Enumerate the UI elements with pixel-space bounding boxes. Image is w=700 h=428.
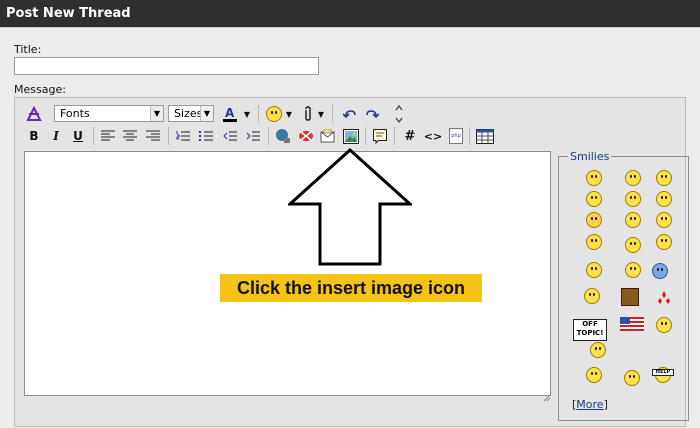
smilie-rolleyes-icon[interactable] [625, 212, 641, 228]
smilie-offtopic-icon[interactable] [590, 342, 606, 358]
insert-table-icon[interactable] [475, 126, 495, 146]
smilie-question-icon[interactable] [625, 237, 641, 253]
fonts-select[interactable]: Fonts ▼ [54, 105, 164, 122]
title-label: Title: [14, 43, 42, 56]
svg-text:A: A [225, 106, 235, 120]
smilie-thumbsdown-icon[interactable] [586, 367, 602, 383]
quote-icon[interactable] [370, 126, 390, 146]
more-smilies-link[interactable]: More [576, 398, 603, 411]
smilie-confused-icon[interactable] [625, 170, 641, 186]
align-center-icon[interactable] [120, 126, 140, 146]
unordered-list-icon[interactable] [196, 126, 216, 146]
wrap-php-icon[interactable]: php [446, 126, 466, 146]
indent-icon[interactable] [243, 126, 263, 146]
smilie-help-icon[interactable]: HELP [652, 367, 674, 383]
smilie-smile-icon[interactable] [586, 170, 602, 186]
up-arrow-annotation-icon [288, 148, 412, 266]
smilie-offtopic-sign[interactable]: OFF TOPIC! [573, 319, 607, 341]
toolbar-separator [332, 105, 333, 123]
smilie-reading-icon[interactable] [624, 370, 640, 386]
italic-button[interactable]: I [46, 126, 66, 146]
resize-toggle-icon[interactable] [389, 104, 409, 124]
toolbar-separator [268, 127, 269, 145]
undo-icon[interactable] [340, 104, 360, 124]
toolbar-separator [469, 127, 470, 145]
smilie-usflag-icon[interactable] [620, 316, 644, 331]
sizes-select[interactable]: Sizes ▼ [168, 105, 214, 122]
remove-link-icon[interactable] [296, 126, 316, 146]
bold-button[interactable]: B [24, 126, 44, 146]
smilie-dropdown-icon[interactable]: ▼ [284, 104, 294, 124]
align-right-icon[interactable] [143, 126, 163, 146]
smilie-cool-icon[interactable] [586, 212, 602, 228]
php-label: php [449, 128, 463, 144]
resize-grip-icon[interactable] [543, 387, 551, 402]
smilie-picker-icon[interactable] [264, 104, 284, 124]
attachment-icon[interactable] [298, 104, 318, 124]
smilie-sick-icon[interactable] [625, 262, 641, 278]
toolbar-separator [365, 127, 366, 145]
attachment-dropdown-icon[interactable]: ▼ [316, 104, 326, 124]
chevron-down-icon: ▼ [200, 106, 213, 121]
font-color-icon[interactable]: A [220, 104, 240, 124]
smilie-wink-icon[interactable] [586, 262, 602, 278]
outdent-icon[interactable] [220, 126, 240, 146]
chevron-down-icon: ▼ [150, 106, 163, 121]
message-label: Message: [14, 83, 66, 96]
smilie-happy-icon[interactable] [625, 191, 641, 207]
instruction-callout: Click the insert image icon [220, 274, 482, 302]
wrap-html-button[interactable]: <> [423, 126, 443, 146]
smilie-help-label: HELP [652, 369, 674, 376]
smilie-coffee-icon[interactable] [584, 288, 600, 304]
smilie-diamonds-icon[interactable] [656, 290, 672, 304]
toolbar-separator [258, 105, 259, 123]
smilies-legend: Smilies [568, 150, 612, 163]
title-input[interactable] [14, 57, 319, 75]
smilie-eek-icon[interactable] [656, 170, 672, 186]
align-left-icon[interactable] [98, 126, 118, 146]
ordered-list-icon[interactable] [173, 126, 193, 146]
toolbar-separator [93, 127, 94, 145]
smilie-mad-icon[interactable] [656, 234, 672, 250]
color-dropdown-icon[interactable]: ▼ [242, 104, 252, 124]
insert-link-icon[interactable] [273, 126, 293, 146]
remove-format-icon[interactable] [24, 104, 44, 124]
insert-image-icon[interactable] [341, 126, 361, 146]
smilie-beer-icon[interactable] [621, 288, 639, 306]
smilie-thumbsup-icon[interactable] [652, 263, 668, 279]
toolbar-separator [394, 127, 395, 145]
smilie-laugh-icon[interactable] [656, 191, 672, 207]
page-header: Post New Thread [0, 0, 700, 27]
more-smilies: [More] [572, 398, 608, 411]
wrap-code-hash-button[interactable]: # [400, 126, 420, 146]
underline-button[interactable]: U [68, 126, 88, 146]
smilie-frown-icon[interactable] [656, 212, 672, 228]
smilie-handshake-icon[interactable] [656, 317, 672, 333]
smilie-shock-icon[interactable] [586, 234, 602, 250]
smilie-grin-icon[interactable] [586, 191, 602, 207]
redo-icon[interactable] [362, 104, 382, 124]
insert-email-icon[interactable] [318, 126, 338, 146]
toolbar-separator [168, 127, 169, 145]
page-title: Post New Thread [6, 6, 131, 21]
